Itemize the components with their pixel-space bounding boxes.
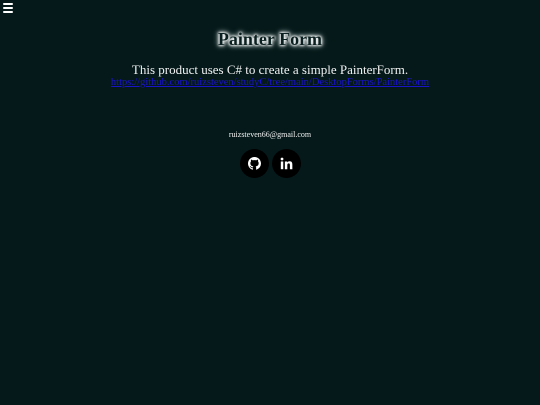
github-button[interactable] [239,149,269,178]
linkedin-button[interactable] [271,149,301,178]
contact-email: ruizsteven66@gmail.com [228,130,312,139]
hamburger-menu-icon[interactable] [3,3,13,13]
github-icon [247,157,261,170]
repo-link[interactable]: https://github.com/ruizsteven/studyC/tre… [111,77,429,88]
linkedin-icon [280,157,292,170]
social-links [0,149,540,178]
repo-link-container: https://github.com/ruizsteven/studyC/tre… [0,77,540,88]
project-description: This product uses C# to create a simple … [131,62,409,77]
page-title: Painter Form [217,29,323,49]
